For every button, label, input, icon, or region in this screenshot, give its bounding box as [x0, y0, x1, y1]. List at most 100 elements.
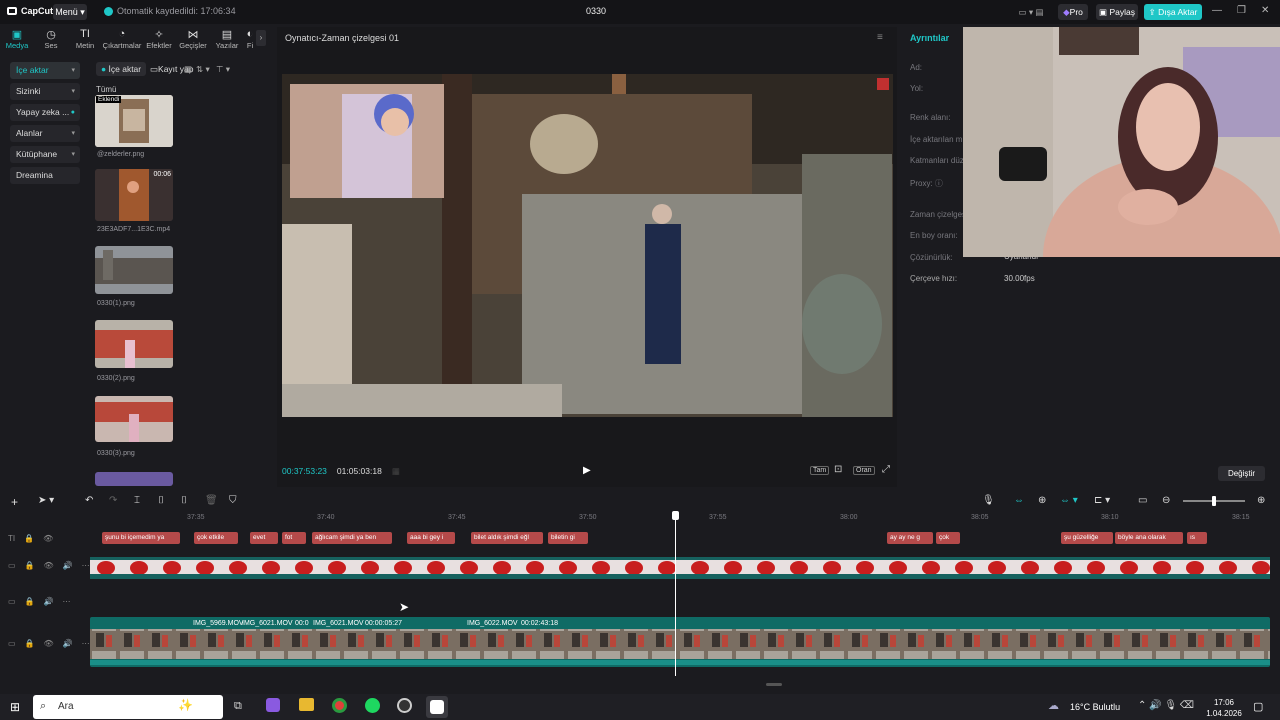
- modify-button[interactable]: Değiştir: [1218, 466, 1265, 481]
- ratio-button[interactable]: Oran: [853, 466, 875, 475]
- windows-start-icon[interactable]: ⊞: [10, 700, 20, 714]
- menu-button[interactable]: Menü ▾: [53, 4, 87, 20]
- delete-icon[interactable]: 🗑: [205, 495, 218, 506]
- more-icon[interactable]: ⋯: [82, 639, 90, 648]
- eye-icon[interactable]: 👁: [44, 639, 54, 648]
- task-view-icon[interactable]: ⧉: [234, 700, 242, 713]
- text-clip[interactable]: çok: [936, 532, 960, 544]
- text-clip[interactable]: biletin gi: [548, 532, 588, 544]
- text-clip[interactable]: ıs: [1187, 532, 1207, 544]
- zoom-out-icon[interactable]: ⊖: [1162, 495, 1170, 506]
- speaker-icon[interactable]: 🔊: [63, 561, 73, 570]
- tab-effects[interactable]: ✧ Efektler: [142, 24, 176, 54]
- maximize-icon[interactable]: ❐: [1237, 5, 1246, 16]
- media-thumb[interactable]: [95, 472, 173, 486]
- fullscreen-icon[interactable]: ⤢: [882, 464, 890, 475]
- nav-yours[interactable]: Sizinki ▾: [10, 83, 80, 100]
- import-button[interactable]: ● İçe aktar: [96, 62, 147, 76]
- magnet-icon[interactable]: ⇔: [1014, 495, 1024, 506]
- text-clip[interactable]: evet: [250, 532, 278, 544]
- play-icon[interactable]: ▶: [583, 465, 591, 476]
- lock-icon[interactable]: 🔒: [25, 639, 35, 648]
- playhead-handle[interactable]: [672, 511, 679, 520]
- speaker-icon[interactable]: 🔊: [44, 597, 54, 606]
- filter-icon[interactable]: ⊤ ▾: [216, 62, 230, 76]
- copilot-icon[interactable]: [266, 698, 280, 712]
- media-thumb[interactable]: 00:06: [95, 169, 173, 221]
- preview-axis-icon[interactable]: ⊏ ▾: [1094, 495, 1110, 506]
- playhead[interactable]: [675, 516, 676, 676]
- video-preview[interactable]: [282, 74, 893, 417]
- obs-icon[interactable]: [397, 698, 412, 713]
- media-thumb[interactable]: [95, 320, 173, 368]
- lock-icon[interactable]: 🔒: [24, 534, 34, 543]
- nav-import[interactable]: İçe aktar ▾: [10, 62, 80, 79]
- share-button[interactable]: ▣ Paylaş: [1096, 4, 1138, 20]
- file-explorer-icon[interactable]: [299, 698, 314, 711]
- zoom-in-icon[interactable]: ⊕: [1257, 495, 1265, 506]
- media-thumb[interactable]: [95, 396, 173, 442]
- split-icon[interactable]: ⌶: [134, 495, 140, 506]
- close-icon[interactable]: ✕: [1261, 5, 1269, 16]
- sort-icon[interactable]: ⇅ ▾: [196, 62, 210, 76]
- text-clip[interactable]: ağlıcam şimdi ya ben: [312, 532, 392, 544]
- zoom-slider[interactable]: [1183, 496, 1245, 506]
- minimize-icon[interactable]: —: [1212, 5, 1222, 16]
- pro-button[interactable]: ◆Pro: [1058, 4, 1088, 20]
- spotify-icon[interactable]: [365, 698, 380, 713]
- media-thumb[interactable]: [95, 246, 173, 294]
- timeline-scrollbar[interactable]: [766, 683, 782, 686]
- notification-icon[interactable]: ▢: [1253, 700, 1263, 713]
- lock-icon[interactable]: 🔒: [25, 561, 35, 570]
- text-clip[interactable]: fot: [282, 532, 306, 544]
- marker-icon[interactable]: ⛉: [229, 495, 237, 506]
- lock-icon[interactable]: 🔒: [25, 597, 35, 606]
- full-quality-button[interactable]: Tam: [810, 466, 830, 475]
- more-icon[interactable]: ⋯: [82, 561, 90, 570]
- snap-icon[interactable]: ⇔ ▾: [1060, 495, 1078, 506]
- tab-text[interactable]: TI Metin: [68, 24, 102, 54]
- tabs-scroll-right-icon[interactable]: ›: [256, 30, 266, 46]
- eye-icon[interactable]: 👁: [43, 534, 53, 543]
- tab-captions[interactable]: ▤ Yazılar: [210, 24, 244, 54]
- tab-stickers[interactable]: ◔ Çıkartmalar: [102, 24, 142, 54]
- zoom-slider-handle[interactable]: [1212, 496, 1216, 506]
- export-button[interactable]: ⇪ Dışa Aktar: [1144, 4, 1202, 20]
- redo-icon[interactable]: ↷: [109, 495, 117, 506]
- nav-dreamina[interactable]: Dreamina: [10, 167, 80, 184]
- clock[interactable]: 17:06 1.04.2026: [1205, 697, 1243, 719]
- text-clip[interactable]: şunu bi içemedim ya: [102, 532, 180, 544]
- media-thumb[interactable]: Eklendi: [95, 95, 173, 147]
- text-clip[interactable]: böyle ana olarak: [1115, 532, 1183, 544]
- overlay-clip[interactable]: [90, 557, 1270, 579]
- undo-icon[interactable]: ↶: [85, 495, 93, 506]
- link-icon[interactable]: ⊕: [1038, 495, 1046, 506]
- eye-icon[interactable]: 👁: [44, 561, 54, 570]
- text-clip[interactable]: bilet aldık şimdi eğl: [471, 532, 543, 544]
- view-toggle-icon[interactable]: ▦: [184, 62, 192, 76]
- weather-text[interactable]: 16°C Bulutlu: [1070, 702, 1120, 712]
- select-tool-icon[interactable]: ➤ ▾: [38, 495, 54, 506]
- nav-ai[interactable]: Yapay zeka ... ●: [10, 104, 80, 121]
- tab-media[interactable]: ▣ Medya: [0, 24, 34, 54]
- more-icon[interactable]: ⋯: [63, 597, 71, 606]
- text-clip[interactable]: şu güzelliğe: [1061, 532, 1113, 544]
- nav-spaces[interactable]: Alanlar ▾: [10, 125, 80, 142]
- add-track-icon[interactable]: +: [11, 495, 18, 509]
- speaker-icon[interactable]: 🔊: [63, 639, 73, 648]
- capcut-taskbar-button[interactable]: [426, 696, 448, 718]
- layout-icon[interactable]: ▭ ▾ ▤: [1011, 4, 1051, 20]
- tab-transitions[interactable]: ⋈ Geçişler: [176, 24, 210, 54]
- microphone-icon[interactable]: 🎙: [982, 495, 995, 506]
- split-left-icon[interactable]: ⌷: [158, 495, 164, 506]
- split-right-icon[interactable]: ⌷: [181, 495, 187, 506]
- chrome-icon[interactable]: [332, 698, 347, 713]
- text-clip[interactable]: aaa bi gey i: [407, 532, 455, 544]
- tab-audio[interactable]: ◷ Ses: [34, 24, 68, 54]
- captions-toggle-icon[interactable]: ▭: [1138, 495, 1147, 506]
- tray-icons[interactable]: ⌃ 🔊 🎙 ⌫: [1138, 700, 1194, 711]
- text-clip[interactable]: ay ay ne g: [887, 532, 933, 544]
- tab-filters[interactable]: ◐ Fi: [244, 24, 256, 54]
- text-clip[interactable]: çok etkile: [194, 532, 238, 544]
- nav-library[interactable]: Kütüphane ▾: [10, 146, 80, 163]
